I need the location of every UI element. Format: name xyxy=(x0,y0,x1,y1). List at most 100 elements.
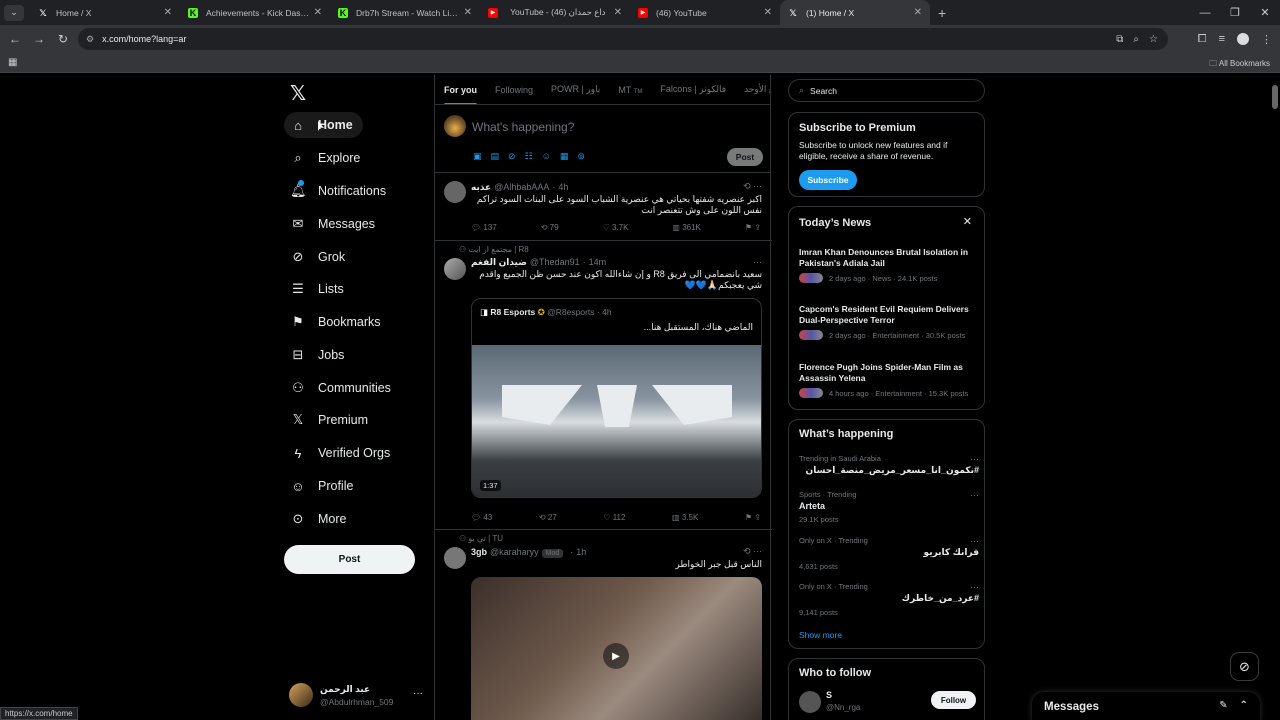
x-logo-icon[interactable]: 𝕏 xyxy=(290,81,306,106)
compose-post-button[interactable]: Post xyxy=(727,148,763,166)
nav-grok[interactable]: ⊘ Grok xyxy=(284,244,355,270)
close-icon[interactable]: ✕ xyxy=(314,7,322,18)
like-button[interactable]: ♡ 112 xyxy=(603,513,625,522)
like-button[interactable]: ♡ 3.7K xyxy=(603,223,629,232)
repost-button[interactable]: ⟲ 27 xyxy=(539,513,557,522)
nav-home[interactable]: ⌂ Home xyxy=(284,112,363,138)
image-icon[interactable]: ▣ xyxy=(473,151,482,162)
trend-item[interactable]: Only on X · Trending #عرد_من_خاطرك 9,141 p… xyxy=(799,582,979,617)
news-item[interactable]: Imran Khan Denounces Brutal Isolation in… xyxy=(799,247,979,283)
close-window-icon[interactable]: ✕ xyxy=(1250,6,1280,19)
community-context[interactable]: ⚇ تي يو | TU xyxy=(459,534,503,543)
tab-for-you[interactable]: For you xyxy=(444,85,477,104)
back-icon[interactable]: ← xyxy=(4,32,26,46)
poll-icon[interactable]: ☷ xyxy=(525,151,533,162)
extensions-icon[interactable]: ⧠ xyxy=(1198,33,1207,46)
video-player[interactable]: 1:37 xyxy=(472,345,761,497)
close-icon[interactable]: ✕ xyxy=(464,7,472,18)
emoji-icon[interactable]: ☺ xyxy=(542,151,551,162)
install-app-icon[interactable]: ⧉ xyxy=(1116,34,1123,45)
maximize-icon[interactable]: ❐ xyxy=(1220,6,1250,19)
chevron-up-icon[interactable]: ⌃ xyxy=(1240,700,1248,711)
tweet-more-icon[interactable]: ··· xyxy=(753,257,762,267)
address-bar[interactable]: ⚙ x.com/home?lang=ar ⧉ ⌕ ☆ xyxy=(78,28,1168,50)
new-tab-icon[interactable]: + xyxy=(938,5,946,21)
avatar[interactable] xyxy=(799,691,821,713)
close-icon[interactable]: ✕ xyxy=(914,7,922,18)
tweet[interactable]: ⚇ مجتمع ار ايت | R8 ضيدان الفغم @Thedan91… xyxy=(435,241,772,530)
views-button[interactable]: ▥ 361K xyxy=(672,223,700,232)
forward-icon[interactable]: → xyxy=(28,32,50,46)
nav-lists[interactable]: ☰ Lists xyxy=(284,276,354,302)
tab-mt[interactable]: MT TM xyxy=(618,85,642,95)
avatar[interactable] xyxy=(444,547,466,569)
messages-drawer[interactable]: Messages ✎ ⌃ xyxy=(1032,692,1260,720)
close-icon[interactable]: ✕ xyxy=(164,7,172,18)
nav-verified-orgs[interactable]: ϟ Verified Orgs xyxy=(284,440,400,466)
nav-explore[interactable]: ⌕ Explore xyxy=(284,145,370,171)
tab-search-button[interactable]: ⌄ xyxy=(4,4,24,21)
trend-item[interactable]: Sports · Trending Arteta 29.1K posts ··· xyxy=(799,490,979,524)
close-icon[interactable]: ✕ xyxy=(614,7,622,18)
profile-avatar[interactable] xyxy=(1237,33,1249,45)
tab-falcons[interactable]: Falcons | فالكونز xyxy=(660,84,726,95)
quoted-tweet[interactable]: ◨ R8 Esports ✪ @R8esports · 4h الماضي هن… xyxy=(471,298,762,498)
schedule-icon[interactable]: ▦ xyxy=(560,151,569,162)
nav-more[interactable]: ⊙ More xyxy=(284,506,356,532)
location-icon[interactable]: ⊚ xyxy=(577,151,585,162)
account-switcher[interactable]: عبد الرحمن @Abdulrhman_509 ··· xyxy=(289,680,429,710)
compose-message-icon[interactable]: ✎ xyxy=(1219,700,1227,711)
media-icon[interactable]: ≡ xyxy=(1219,33,1225,45)
search-input[interactable]: ⌕ Search xyxy=(788,79,985,102)
browser-tab[interactable]: ▶ YouTube - داع حمدان (46) ✕ xyxy=(480,0,630,25)
bookmark-share[interactable]: ⚑ ⇪ xyxy=(745,223,761,232)
menu-icon[interactable]: ⋮ xyxy=(1261,33,1272,46)
zoom-icon[interactable]: ⌕ xyxy=(1133,34,1139,45)
reply-button[interactable]: 💬︎ 43 xyxy=(471,513,492,522)
post-button[interactable]: Post xyxy=(284,545,415,574)
compose-input[interactable]: What's happening? xyxy=(472,120,574,134)
browser-tab[interactable]: ▶ (46) YouTube ✕ xyxy=(630,0,780,25)
tweet[interactable]: عذبه @AlhbabAAA · 4h ⟲ ··· اكبر عنصريه شفته… xyxy=(435,173,772,241)
follow-button[interactable]: Follow xyxy=(931,691,976,709)
show-more-link[interactable]: Show more xyxy=(799,630,842,640)
nav-messages[interactable]: ✉ Messages xyxy=(284,211,385,237)
repost-button[interactable]: ⟲ 79 xyxy=(541,223,559,232)
minimize-icon[interactable]: — xyxy=(1190,7,1220,19)
community-context[interactable]: ⚇ مجتمع ار ايت | R8 xyxy=(459,245,529,254)
tweet-more-icon[interactable]: ⟲ ··· xyxy=(743,181,762,192)
video-player[interactable]: ▶ xyxy=(471,577,762,720)
tweet[interactable]: ⚇ تي يو | TU 3gb @karaharyy Mod · 1h ⟲ ··· ا… xyxy=(435,530,772,720)
nav-profile[interactable]: ☺ Profile xyxy=(284,473,363,499)
nav-jobs[interactable]: ⊟ Jobs xyxy=(284,342,354,368)
all-bookmarks[interactable]: 🗀 All Bookmarks xyxy=(1209,58,1270,72)
tweet-author[interactable]: 3gb xyxy=(471,547,487,557)
more-dots-icon[interactable]: ··· xyxy=(970,536,979,546)
apps-grid-icon[interactable]: ▦ xyxy=(8,57,17,68)
page-scrollbar[interactable] xyxy=(1272,85,1278,109)
news-item[interactable]: Capcom's Resident Evil Requiem Delivers … xyxy=(799,304,979,340)
tweet-more-icon[interactable]: ⟲ ··· xyxy=(743,546,762,557)
tab-powr[interactable]: POWR | باور xyxy=(551,84,600,95)
trend-item[interactable]: Trending in Saudi Arabia #نكمون_انا_مسعر_… xyxy=(799,454,979,476)
tab-following[interactable]: Following xyxy=(495,85,533,95)
more-dots-icon[interactable]: ··· xyxy=(970,454,979,464)
reply-button[interactable]: 💬︎ 137 xyxy=(471,223,497,232)
nav-bookmarks[interactable]: ⚑ Bookmarks xyxy=(284,309,391,335)
grok-float-icon[interactable]: ⊘ xyxy=(1230,652,1259,681)
close-icon[interactable]: ✕ xyxy=(764,7,772,18)
reload-icon[interactable]: ↻ xyxy=(52,32,74,46)
news-item[interactable]: Florence Pugh Joins Spider-Man Film as A… xyxy=(799,362,979,398)
site-settings-icon[interactable]: ⚙ xyxy=(86,34,94,45)
trend-item[interactable]: Only on X · Trending فرانك كابريو 4,631 po… xyxy=(799,536,979,571)
browser-tab[interactable]: KAchievements - Kick Dashboard✕ xyxy=(180,0,330,25)
more-dots-icon[interactable]: ··· xyxy=(413,688,423,699)
bookmark-share[interactable]: ⚑ ⇪ xyxy=(745,513,761,522)
tweet-author[interactable]: عذبه xyxy=(471,182,491,192)
browser-tab-active[interactable]: 𝕏 (1) Home / X ✕ xyxy=(780,0,930,25)
grok-icon[interactable]: ⊘ xyxy=(508,151,516,162)
bookmark-star-icon[interactable]: ☆ xyxy=(1149,34,1158,45)
gif-icon[interactable]: ▤ xyxy=(491,151,500,162)
nav-communities[interactable]: ⚇ Communities xyxy=(284,375,401,401)
tweet-author[interactable]: ضيدان الفغم xyxy=(471,257,527,267)
